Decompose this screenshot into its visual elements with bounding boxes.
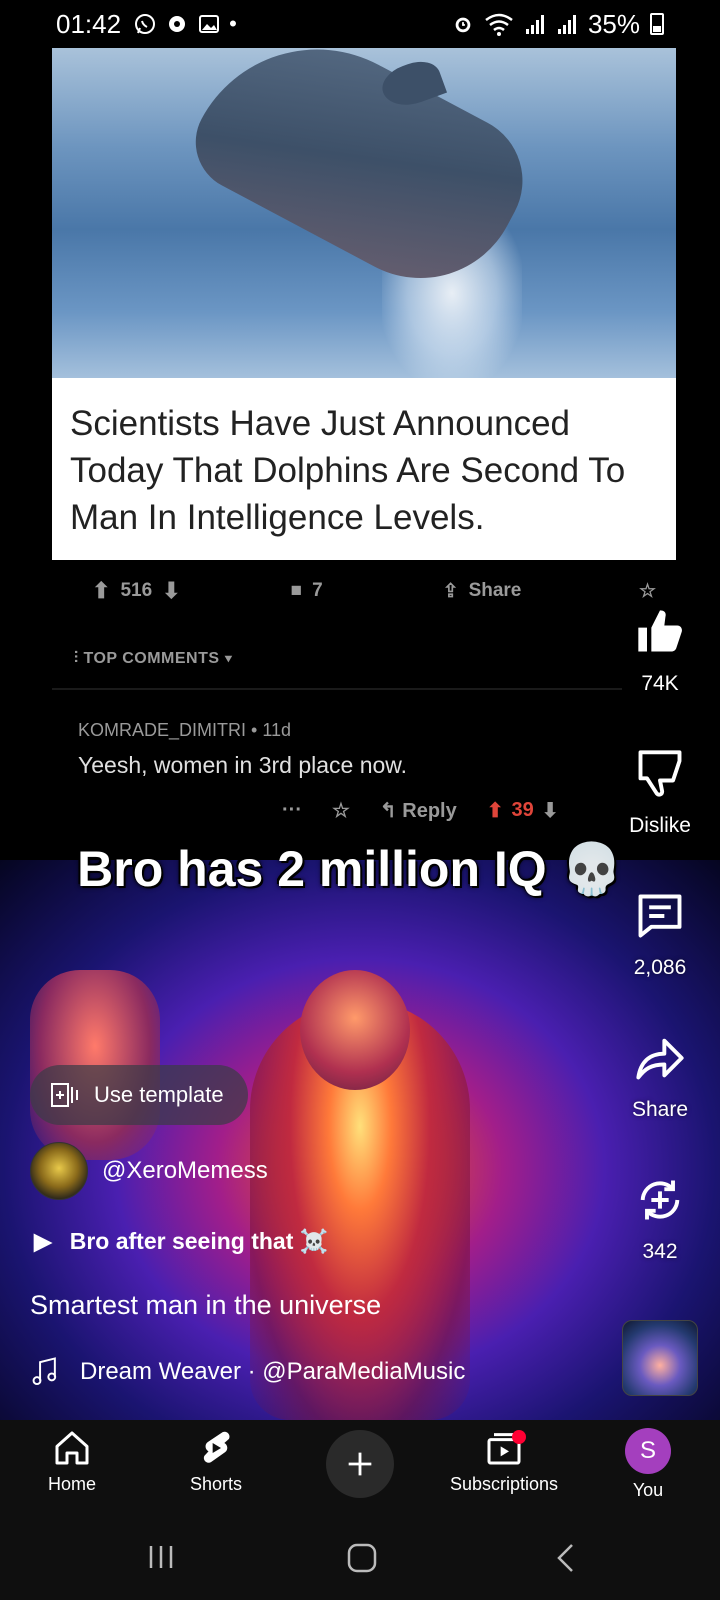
comment-author: KOMRADE_DIMITRI • 11d — [78, 720, 292, 740]
nav-shorts[interactable]: Shorts — [146, 1428, 286, 1495]
reply-label: Reply — [402, 800, 457, 822]
status-time: 01:42 — [56, 8, 122, 39]
related-video-link[interactable]: ▶ Bro after seeing that ☠️ — [34, 1228, 328, 1255]
reddit-divider — [52, 688, 622, 690]
wifi-icon — [485, 13, 513, 36]
share-arrow-icon — [636, 1038, 684, 1080]
reddit-votes: ⬆ 516 ⬇ — [92, 578, 181, 604]
signal-icon — [557, 15, 576, 34]
nav-home-label: Home — [47, 1474, 96, 1494]
reddit-action-row: ⬆ 516 ⬇ ■ 7 ⇪ Share ☆ — [92, 578, 656, 604]
upvote-count: 516 — [120, 580, 153, 601]
gallery-icon — [199, 15, 220, 33]
upvote-icon: ⬆ — [486, 800, 504, 822]
bottom-nav: Home Shorts Subscriptions S You — [0, 1420, 720, 1520]
thumbs-down-icon — [638, 750, 682, 797]
sound-thumbnail[interactable] — [622, 1320, 698, 1396]
template-icon — [51, 1083, 78, 1107]
dislike-button[interactable]: Dislike — [600, 748, 720, 838]
status-bar: 01:42 • 35% — [0, 0, 720, 48]
remix-count: 342 — [642, 1240, 678, 1263]
reply-group: ↰ Reply — [380, 798, 457, 823]
more-dots: ··· — [282, 799, 302, 821]
thumbs-up-icon — [638, 610, 682, 652]
top-comments-header: ⫶ TOP COMMENTS ▾ — [74, 650, 233, 668]
glowing-head — [300, 970, 410, 1090]
downvote-icon: ⬇ — [162, 578, 181, 603]
whatsapp-icon — [135, 14, 156, 34]
play-icon: ▶ — [34, 1228, 52, 1254]
back-icon[interactable] — [554, 1542, 578, 1574]
music-note-icon — [32, 1357, 57, 1386]
reddit-comments: ■ 7 — [291, 580, 323, 602]
reddit-screenshot: ⬆ 516 ⬇ ■ 7 ⇪ Share ☆ ⫶ TOP COMMENTS ▾ K… — [52, 560, 676, 860]
comment-vote-count: 39 — [511, 799, 534, 821]
battery-percent: 35% — [587, 8, 640, 39]
nav-subscriptions[interactable]: Subscriptions — [434, 1428, 574, 1495]
channel-avatar[interactable] — [30, 1142, 88, 1200]
nav-shorts-label: Shorts — [189, 1474, 243, 1494]
award-icon: ☆ — [331, 800, 350, 822]
reddit-share-label: Share — [468, 580, 522, 601]
headline-box: Scientists Have Just Announced Today Tha… — [52, 378, 676, 560]
system-nav-bar — [0, 1520, 720, 1600]
home-icon — [55, 1431, 89, 1465]
comment-text: Yeesh, women in 3rd place now. — [78, 752, 408, 778]
comment-bubble-icon: ■ — [290, 580, 303, 601]
comments-button[interactable]: 2,086 — [600, 890, 720, 980]
recents-icon[interactable] — [146, 1542, 176, 1572]
create-button[interactable] — [326, 1430, 394, 1498]
downvote-icon: ⬇ — [541, 800, 559, 822]
nav-you[interactable]: S You — [578, 1428, 718, 1501]
settings-icon — [169, 16, 186, 32]
share-upload-icon: ⇪ — [442, 580, 459, 602]
headline-text: Scientists Have Just Announced Today Tha… — [70, 404, 626, 537]
music-label: Dream Weaver · @ParaMediaMusic — [80, 1358, 466, 1385]
like-button[interactable]: 74K — [600, 606, 720, 696]
channel-row[interactable]: @XeroMemess — [30, 1142, 268, 1200]
music-row[interactable]: Dream Weaver · @ParaMediaMusic — [30, 1356, 465, 1388]
comments-count: 2,086 — [633, 956, 687, 979]
remix-icon — [640, 1180, 680, 1220]
remix-button[interactable]: 342 — [600, 1174, 720, 1264]
dislike-label: Dislike — [629, 814, 691, 837]
reddit-comment-count: 7 — [312, 580, 323, 601]
video-title[interactable]: Smartest man in the universe — [30, 1290, 381, 1321]
comment-icon — [638, 894, 682, 938]
nav-you-label: You — [632, 1480, 664, 1500]
notification-dot — [512, 1430, 526, 1444]
top-comments-label: TOP COMMENTS — [83, 650, 220, 667]
reply-icon: ↰ — [379, 800, 403, 822]
dot-icon: • — [229, 11, 237, 36]
nav-subscriptions-label: Subscriptions — [449, 1474, 559, 1494]
user-avatar: S — [625, 1428, 671, 1474]
status-right: 35% — [452, 9, 664, 40]
nav-home[interactable]: Home — [2, 1428, 142, 1495]
channel-handle[interactable]: @XeroMemess — [102, 1157, 268, 1185]
status-left-icons: • — [133, 11, 237, 37]
related-video-label: Bro after seeing that ☠️ — [69, 1228, 329, 1254]
dropdown-icon: ▾ — [219, 650, 233, 667]
reddit-share: ⇪ Share — [443, 580, 522, 603]
use-template-label: Use template — [94, 1082, 224, 1107]
battery-icon — [650, 13, 664, 35]
comment-footer: ··· ☆ ↰ Reply ⬆ 39 ⬇ — [282, 798, 559, 823]
upvote-icon: ⬆ — [92, 578, 111, 603]
alarm-icon — [455, 17, 471, 33]
video-overlay-caption: Bro has 2 million IQ 💀 — [77, 841, 623, 897]
share-button[interactable]: Share — [600, 1032, 720, 1122]
comment-votes: ⬆ 39 ⬇ — [487, 798, 559, 823]
signal-icon — [525, 15, 544, 34]
share-label: Share — [631, 1098, 689, 1121]
use-template-button[interactable]: Use template — [30, 1065, 248, 1125]
home-button-icon[interactable] — [346, 1542, 378, 1574]
shorts-icon — [203, 1431, 230, 1463]
like-count: 74K — [641, 672, 679, 695]
dolphin-image — [52, 48, 676, 378]
plus-icon — [348, 1452, 372, 1476]
award-icon: ☆ — [638, 580, 656, 602]
